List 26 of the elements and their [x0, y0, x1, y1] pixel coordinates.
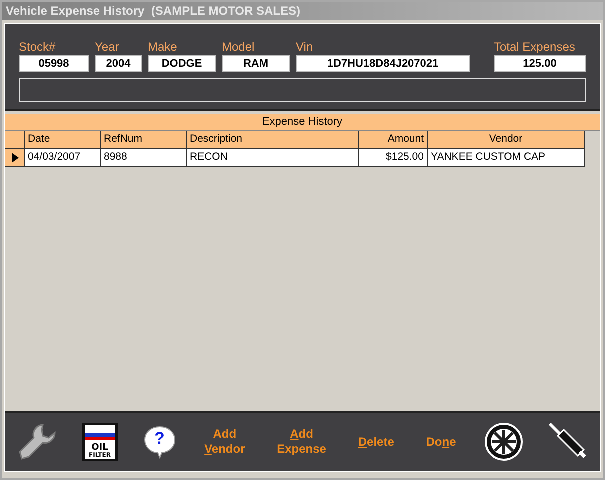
column-header: Description — [187, 131, 359, 149]
field-label: Model — [222, 40, 256, 55]
column-header: Date — [25, 131, 101, 149]
toolbar-button[interactable]: Add Vendor — [200, 427, 250, 457]
field-label: Year — [95, 40, 120, 55]
table-cell: 8988 — [101, 149, 187, 167]
table-cell: YANKEE CUSTOM CAP — [428, 149, 585, 167]
toolbar-button[interactable]: Add Expense — [273, 427, 330, 457]
wheel-icon[interactable] — [484, 422, 524, 462]
table-cell: $125.00 — [359, 149, 428, 167]
column-header: Amount — [359, 131, 428, 149]
header-cell — [5, 131, 25, 149]
field-label: Stock# — [19, 40, 57, 55]
field-label: Total Expenses — [494, 40, 576, 55]
help-icon[interactable]: ? — [142, 425, 177, 459]
toolbar-button[interactable]: Done — [422, 434, 460, 450]
field-label: Vin — [296, 40, 314, 55]
toolbar-button[interactable]: Delete — [354, 434, 398, 450]
table-cell: 04/03/2007 — [25, 149, 101, 167]
window-title: Vehicle Expense History (SAMPLE MOTOR SALES) — [2, 2, 603, 20]
wrench-icon[interactable] — [17, 422, 57, 462]
column-header: RefNum — [101, 131, 187, 149]
table-cell: RECON — [187, 149, 359, 167]
table-title: Expense History — [5, 114, 600, 131]
column-header: Vendor — [428, 131, 585, 149]
field-label: Make — [148, 40, 178, 55]
